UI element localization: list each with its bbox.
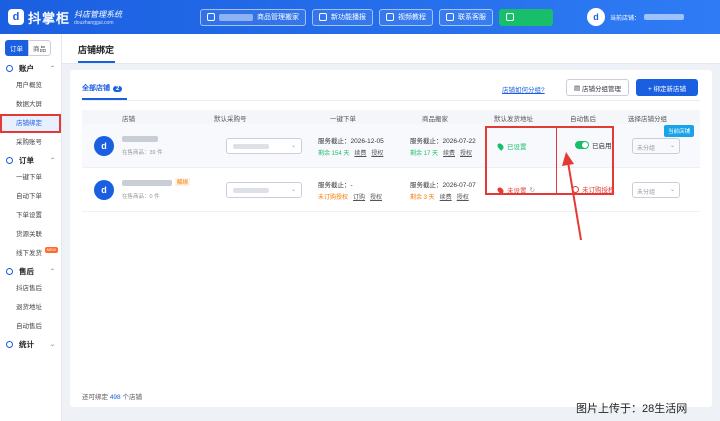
watermark: 图片上传于：28生活网 bbox=[576, 403, 688, 415]
annotation-arrow bbox=[562, 152, 582, 241]
